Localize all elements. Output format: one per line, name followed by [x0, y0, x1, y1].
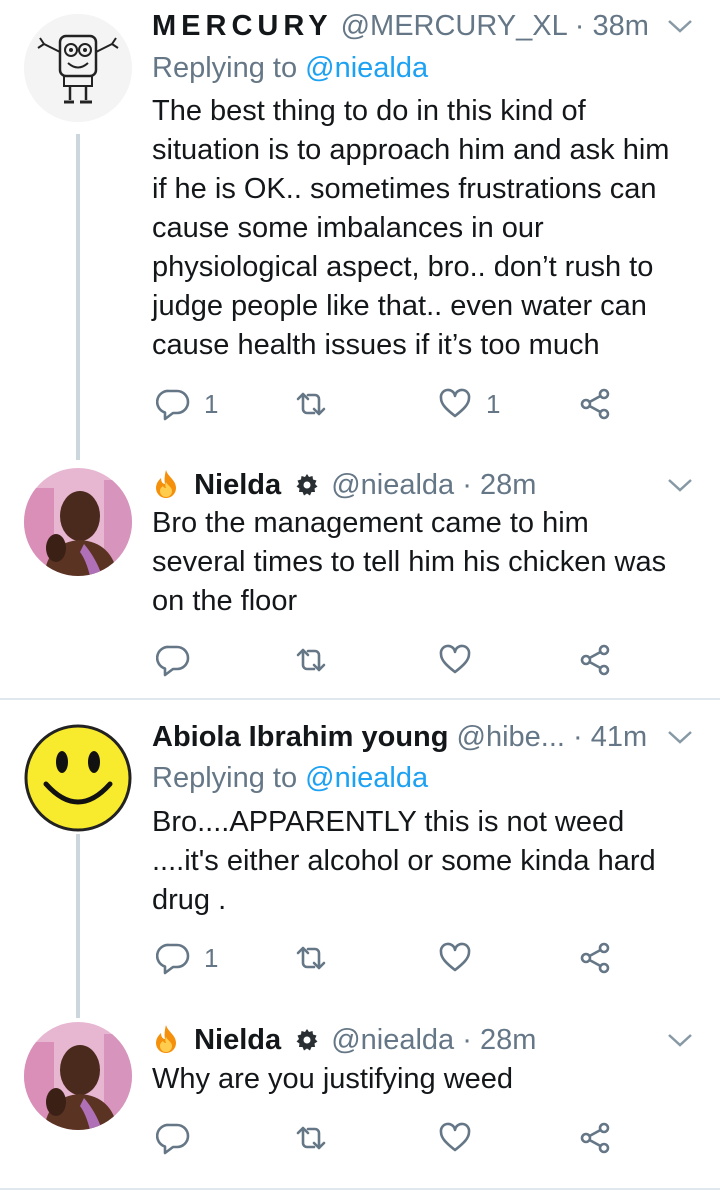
- reply-button[interactable]: 1: [156, 936, 218, 980]
- user-handle[interactable]: @MERCURY_XL: [341, 10, 567, 42]
- display-name[interactable]: Nielda: [194, 1024, 281, 1056]
- share-button[interactable]: [578, 1116, 612, 1160]
- reply-count: 1: [204, 388, 219, 419]
- separator: ·: [573, 721, 583, 753]
- user-handle[interactable]: @hibe...: [457, 721, 565, 753]
- action-bar: 1 1: [152, 382, 632, 426]
- gear-badge-icon: [296, 1029, 318, 1051]
- display-name[interactable]: Nielda: [194, 469, 281, 501]
- heart-icon: [439, 388, 471, 418]
- replying-to: Replying to @niealda: [152, 50, 428, 86]
- separator: ·: [462, 1024, 472, 1056]
- thread-line: [76, 134, 80, 460]
- tweet-mercury[interactable]: MERCURY @MERCURY_XL · 38m Replying to @n…: [0, 0, 720, 460]
- retweet-icon: [296, 648, 326, 672]
- separator: ·: [574, 10, 585, 42]
- tweet-header: MERCURY @MERCURY_XL · 38m: [152, 8, 660, 44]
- reply-button[interactable]: [156, 638, 204, 682]
- smiley-icon: [24, 724, 132, 832]
- timestamp[interactable]: 28m: [480, 1024, 536, 1056]
- divider: [0, 1188, 720, 1190]
- heart-icon: [439, 1122, 471, 1152]
- like-button[interactable]: [438, 638, 486, 682]
- mention-link[interactable]: @niealda: [305, 52, 428, 84]
- avatar[interactable]: [24, 14, 132, 122]
- share-icon: [580, 1122, 610, 1154]
- reply-icon: [156, 389, 190, 421]
- action-bar: [152, 1116, 632, 1160]
- reply-icon: [156, 1123, 190, 1155]
- tweet-abiola[interactable]: Abiola Ibrahim young @hibe... · 41m Repl…: [0, 700, 720, 1018]
- reply-button[interactable]: [156, 1116, 204, 1160]
- share-icon: [580, 388, 610, 420]
- tweet-nielda-reply-2[interactable]: Nielda @niealda · 28m Why are you justif…: [0, 1018, 720, 1186]
- chevron-down-icon[interactable]: [666, 475, 694, 495]
- timestamp[interactable]: 28m: [480, 469, 536, 501]
- like-button[interactable]: 1: [438, 382, 500, 426]
- chevron-down-icon[interactable]: [666, 16, 694, 36]
- timestamp[interactable]: 38m: [592, 10, 648, 42]
- retweet-icon: [296, 946, 326, 970]
- user-handle[interactable]: @niealda: [331, 469, 454, 501]
- tweet-text: Bro....APPARENTLY this is not weed ....i…: [152, 806, 656, 916]
- heart-icon: [439, 942, 471, 972]
- reply-icon: [156, 943, 190, 975]
- tweet-text: The best thing to do in this kind of sit…: [152, 95, 670, 361]
- tweet-header: Nielda @niealda · 28m: [152, 1022, 660, 1058]
- retweet-button[interactable]: [294, 1116, 342, 1160]
- spongebob-icon: [24, 14, 132, 122]
- fire-icon: [156, 470, 176, 498]
- profile-photo: [24, 468, 132, 576]
- gear-badge-icon: [296, 474, 318, 496]
- avatar[interactable]: [24, 1022, 132, 1130]
- tweet-nielda-reply[interactable]: Nielda @niealda · 28m Bro the management…: [0, 460, 720, 698]
- retweet-icon: [296, 392, 326, 416]
- separator: ·: [462, 469, 472, 501]
- tweet-header: Nielda @niealda · 28m: [152, 467, 660, 503]
- share-button[interactable]: [578, 382, 612, 426]
- reply-count: 1: [204, 942, 219, 973]
- heart-icon: [439, 644, 471, 674]
- thread-line: [76, 834, 80, 1018]
- replying-label: Replying to: [152, 762, 298, 794]
- user-handle[interactable]: @niealda: [331, 1024, 454, 1056]
- mention-link[interactable]: @niealda: [305, 762, 428, 794]
- tweet-text: Why are you justifying weed: [152, 1063, 514, 1095]
- share-icon: [580, 942, 610, 974]
- retweet-button[interactable]: [294, 936, 342, 980]
- replying-to: Replying to @niealda: [152, 760, 428, 796]
- replying-label: Replying to: [152, 52, 298, 84]
- share-button[interactable]: [578, 936, 612, 980]
- chevron-down-icon[interactable]: [666, 1030, 694, 1050]
- tweet-text: Bro the management came to him several t…: [152, 507, 667, 617]
- fire-icon: [156, 1025, 176, 1053]
- profile-photo: [24, 1022, 132, 1130]
- action-bar: [152, 638, 632, 682]
- retweet-button[interactable]: [294, 638, 342, 682]
- retweet-icon: [296, 1126, 326, 1150]
- tweet-header: Abiola Ibrahim young @hibe... · 41m: [152, 719, 660, 755]
- display-name[interactable]: Abiola Ibrahim young: [152, 721, 448, 753]
- avatar[interactable]: [24, 724, 132, 832]
- like-button[interactable]: [438, 936, 486, 980]
- display-name[interactable]: MERCURY: [152, 10, 333, 42]
- reply-button[interactable]: 1: [156, 382, 218, 426]
- like-button[interactable]: [438, 1116, 486, 1160]
- timestamp[interactable]: 41m: [591, 721, 647, 753]
- action-bar: 1: [152, 936, 632, 980]
- like-count: 1: [486, 388, 501, 419]
- retweet-button[interactable]: [294, 382, 342, 426]
- share-button[interactable]: [578, 638, 612, 682]
- reply-icon: [156, 645, 190, 677]
- share-icon: [580, 644, 610, 676]
- avatar[interactable]: [24, 468, 132, 576]
- chevron-down-icon[interactable]: [666, 727, 694, 747]
